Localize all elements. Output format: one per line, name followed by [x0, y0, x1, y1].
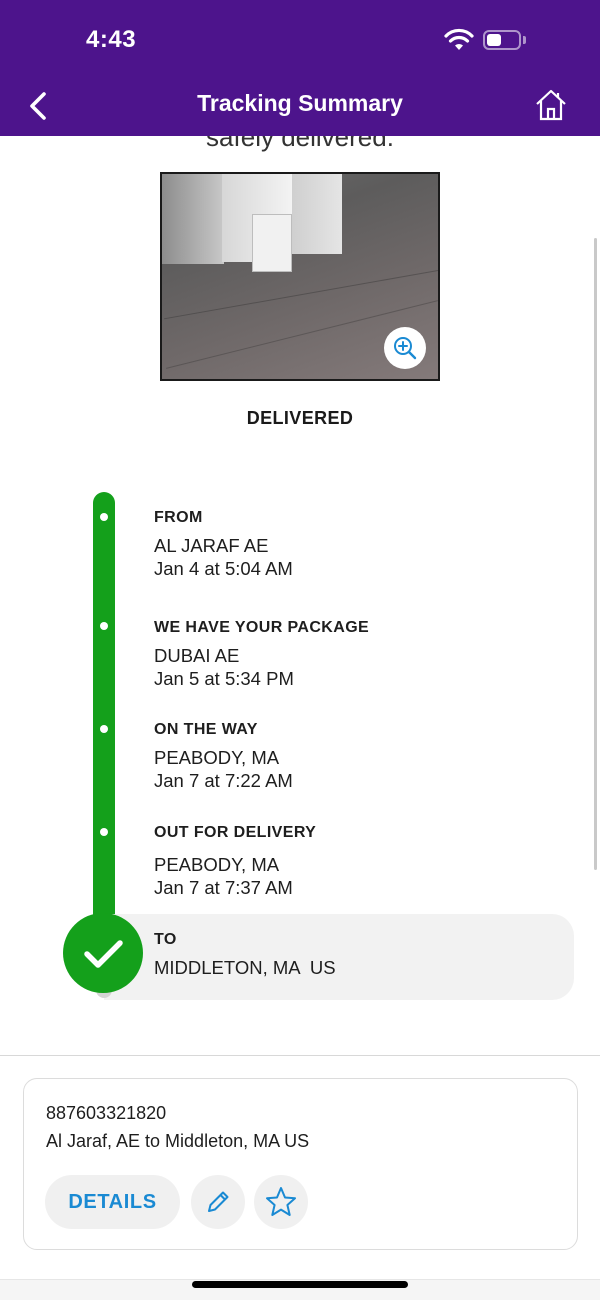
step-datetime: Jan 7 at 7:22 AM — [154, 770, 293, 791]
step-title-out-for-delivery: OUT FOR DELIVERY — [154, 824, 317, 841]
step-datetime: Jan 4 at 5:04 AM — [154, 558, 293, 579]
timeline-dot — [100, 828, 108, 836]
progress-track — [93, 492, 115, 932]
shipment-card: 887603321820 Al Jaraf, AE to Middleton, … — [23, 1078, 578, 1250]
step-title-from: FROM — [154, 509, 203, 526]
pencil-icon — [208, 1191, 229, 1212]
shipment-route: Al Jaraf, AE to Middleton, MA US — [46, 1131, 310, 1151]
scrollbar[interactable] — [594, 238, 597, 870]
star-icon — [266, 1187, 296, 1216]
timeline-dot — [100, 725, 108, 733]
battery-icon — [483, 30, 521, 50]
timeline-dot — [100, 622, 108, 630]
home-icon — [536, 89, 566, 121]
app-header: 4:43 Tracking Summary — [0, 0, 600, 136]
page-title: Tracking Summary — [197, 90, 403, 116]
photo-floor — [164, 269, 438, 320]
step-location: PEABODY, MA — [154, 854, 280, 875]
edit-button[interactable] — [191, 1175, 245, 1229]
step-title-to: TO — [154, 931, 177, 948]
timeline-dot — [100, 513, 108, 521]
favorite-button[interactable] — [254, 1175, 308, 1229]
home-button[interactable] — [532, 86, 570, 124]
step-datetime: Jan 5 at 5:34 PM — [154, 668, 294, 689]
zoom-in-icon — [394, 337, 417, 360]
step-title-on-the-way: ON THE WAY — [154, 721, 258, 738]
zoom-button[interactable] — [384, 327, 426, 369]
tracking-number: 887603321820 — [46, 1103, 167, 1123]
battery-tip — [523, 36, 526, 44]
status-time: 4:43 — [86, 26, 137, 53]
photo-door — [162, 174, 224, 264]
step-location: AL JARAF AE — [154, 535, 269, 556]
delivered-check — [63, 913, 143, 993]
wifi-icon — [444, 28, 474, 50]
delivery-status: DELIVERED — [246, 408, 354, 428]
delivery-photo[interactable] — [160, 172, 440, 381]
photo-box-2 — [292, 174, 342, 254]
checkmark-icon — [84, 940, 123, 968]
photo-package — [252, 214, 292, 272]
step-datetime: Jan 7 at 7:37 AM — [154, 877, 293, 898]
divider — [0, 1055, 600, 1056]
step-location: MIDDLETON, MA US — [154, 957, 336, 978]
step-location: PEABODY, MA — [154, 747, 280, 768]
step-title-picked-up: WE HAVE YOUR PACKAGE — [154, 619, 370, 636]
details-button[interactable]: DETAILS — [45, 1175, 180, 1229]
home-indicator[interactable] — [192, 1281, 408, 1288]
step-location: DUBAI AE — [154, 645, 240, 666]
